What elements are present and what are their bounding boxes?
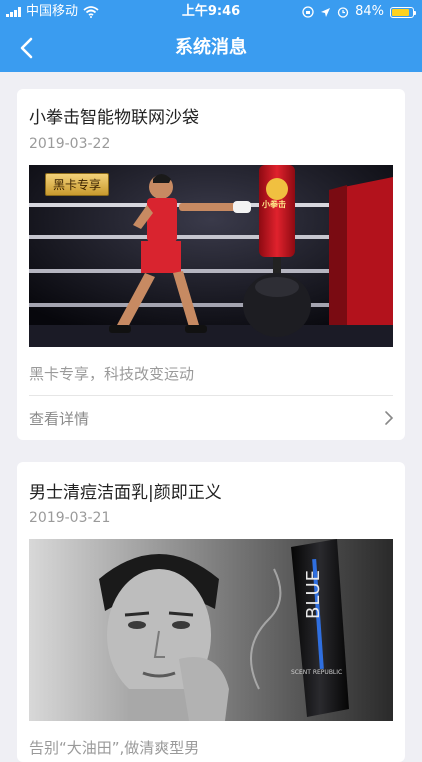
view-details-row[interactable]: 查看详情	[17, 396, 405, 440]
status-bar: 中国移动 上午9:46 84%	[0, 0, 422, 24]
battery-icon	[390, 6, 416, 18]
location-icon	[321, 7, 331, 17]
message-title: 男士清痘洁面乳|颜即正义	[29, 483, 222, 503]
view-details-label: 查看详情	[29, 410, 90, 428]
message-description: 告别“大油田”,做清爽型男	[29, 739, 200, 757]
chevron-right-icon	[385, 411, 394, 425]
promo-badge: 黑卡专享	[45, 173, 110, 196]
header: 中国移动 上午9:46 84% 系统消息	[0, 0, 422, 72]
message-date: 2019-03-22	[29, 136, 111, 152]
battery-percent: 84%	[355, 4, 384, 19]
product-brand: SCENT REPUBLIC	[291, 669, 343, 676]
message-image[interactable]: BLUE SCENT REPUBLIC	[29, 539, 393, 721]
face-wash-ad	[29, 539, 393, 721]
bag-logo: 小拳击	[262, 200, 286, 209]
message-image[interactable]: 黑卡专享 小拳击	[29, 165, 393, 347]
page-title: 系统消息	[175, 37, 247, 58]
screen-lock-icon	[302, 6, 314, 18]
message-description: 黑卡专享，科技改变运动	[29, 365, 195, 383]
nav-bar: 系统消息	[0, 24, 422, 72]
message-date: 2019-03-21	[29, 510, 111, 526]
message-card[interactable]: 小拳击智能物联网沙袋 2019-03-22 黑卡专享 小拳击 黑卡专享，科技改变…	[17, 89, 405, 440]
message-title: 小拳击智能物联网沙袋	[29, 108, 199, 128]
message-card[interactable]: 男士清痘洁面乳|颜即正义 2019-03-21 BLUE SCENT REPUB…	[17, 462, 405, 762]
product-name: BLUE	[303, 569, 324, 620]
alarm-icon	[337, 7, 349, 18]
